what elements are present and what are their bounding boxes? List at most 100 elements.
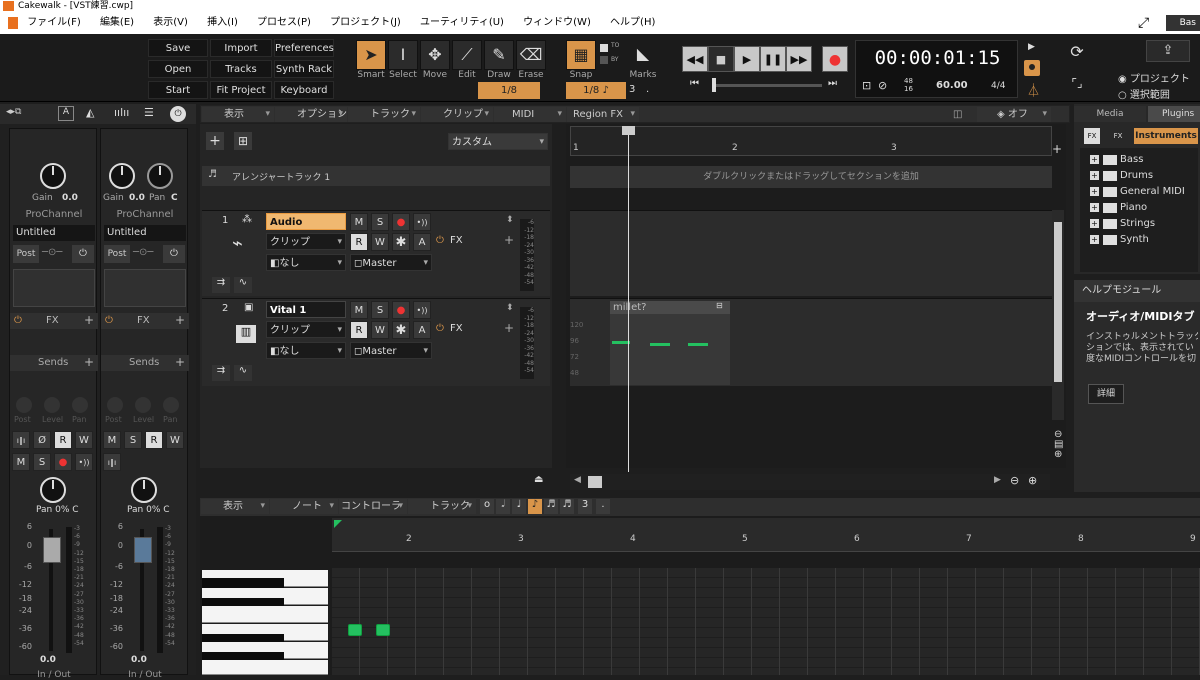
- read-automation-button[interactable]: R: [145, 431, 163, 449]
- edit-tool-button[interactable]: ⟋: [452, 40, 482, 70]
- clip-dropdown[interactable]: クリップ: [266, 321, 346, 339]
- snap-to-toggle[interactable]: [600, 44, 608, 52]
- now-slider-thumb[interactable]: [712, 78, 716, 92]
- now-time[interactable]: 00:00:01:15: [856, 47, 1019, 69]
- horizontal-scrollbar[interactable]: ◀ ▶ ⊖ ⊕: [570, 474, 1050, 490]
- piano-key-white[interactable]: [202, 606, 328, 623]
- send-level-knob[interactable]: [135, 397, 151, 413]
- arranger-track[interactable]: ♬ アレンジャートラック 1: [202, 166, 550, 186]
- fx-bin[interactable]: ⏻ FX +: [10, 313, 98, 329]
- start-screen-button[interactable]: Start Screen: [148, 81, 208, 114]
- send-pan-knob[interactable]: [72, 397, 88, 413]
- expand-icon[interactable]: +: [1090, 155, 1099, 164]
- menu-process[interactable]: プロセス(P): [257, 17, 311, 28]
- help-details-button[interactable]: 詳細: [1088, 384, 1124, 404]
- track-edit-filter-icon[interactable]: ⇉: [212, 365, 230, 381]
- write-automation-button[interactable]: W: [371, 233, 389, 251]
- freeze-button[interactable]: ✱: [392, 321, 410, 339]
- output-dropdown[interactable]: ◻Master: [350, 254, 432, 272]
- pr-track-menu[interactable]: トラック: [408, 499, 476, 514]
- read-automation-button[interactable]: R: [54, 431, 72, 449]
- add-folder-button[interactable]: ⊞: [234, 132, 252, 150]
- tracks-button[interactable]: Tracks: [210, 60, 272, 78]
- pan-knob-top[interactable]: [147, 163, 173, 189]
- snap-dot[interactable]: .: [646, 84, 649, 95]
- horizontal-scroll-thumb[interactable]: [588, 476, 602, 488]
- meter-value[interactable]: 4/4: [991, 81, 1005, 91]
- ruler-add-icon[interactable]: +: [1052, 142, 1062, 156]
- prochannel-preset[interactable]: Untitled: [13, 225, 95, 241]
- now-time-marker[interactable]: [622, 126, 635, 135]
- note-grid[interactable]: [332, 568, 1200, 675]
- audio-tab-icon[interactable]: A: [58, 106, 74, 121]
- sixteenth-note-icon[interactable]: ♬: [544, 499, 558, 514]
- fx-bin[interactable]: ⏻ FX +: [101, 313, 189, 329]
- volume-fader[interactable]: [134, 537, 152, 563]
- solo-button[interactable]: S: [371, 301, 389, 319]
- now-time-cursor[interactable]: [628, 132, 629, 472]
- gain-value[interactable]: 0.0: [62, 193, 78, 203]
- loop-icon[interactable]: ⟳: [1064, 42, 1090, 66]
- midi-note[interactable]: [348, 624, 362, 636]
- send-post-knob[interactable]: [107, 397, 123, 413]
- input-echo-button[interactable]: •)): [413, 301, 431, 319]
- quarter-note-icon[interactable]: ♩: [512, 499, 526, 514]
- eq-graph[interactable]: [104, 269, 186, 307]
- fx-power-icon[interactable]: ⏻: [14, 315, 22, 326]
- view-menu[interactable]: 表示: [202, 107, 274, 122]
- keyboard-button[interactable]: Keyboard: [274, 81, 334, 99]
- metronome-toggle[interactable]: [1024, 60, 1040, 76]
- draw-tool-button[interactable]: ✎: [484, 40, 514, 70]
- add-track-button[interactable]: +: [206, 132, 224, 150]
- preferences-button[interactable]: Preferences: [274, 39, 334, 57]
- fx-add-icon[interactable]: +: [504, 233, 514, 247]
- inspector-options-icon[interactable]: ◂▸⧉: [6, 107, 21, 117]
- save-button[interactable]: Save: [148, 39, 208, 57]
- timeline-ruler[interactable]: 1 2 3: [570, 126, 1052, 156]
- triplet-button[interactable]: 3: [578, 499, 592, 514]
- mute-button[interactable]: M: [350, 213, 368, 231]
- fx-power-icon[interactable]: ⏻: [105, 315, 113, 326]
- interleave-button[interactable]: Ø: [33, 431, 51, 449]
- pan-value[interactable]: Pan 0% C: [127, 505, 170, 515]
- sends-bin[interactable]: Sends +: [10, 355, 98, 371]
- snap-triplet[interactable]: 3: [629, 84, 635, 95]
- waveform-tab-icon[interactable]: ıılıı: [114, 106, 129, 119]
- dotted-button[interactable]: .: [596, 499, 610, 514]
- marks-button[interactable]: ◣: [628, 40, 658, 70]
- track-1[interactable]: 1 ⁂ Audio M S ● •)) ⬍ ⌁ クリップ R W ✱ A ⏻ F…: [202, 210, 550, 296]
- region-fx-menu[interactable]: Region FX: [567, 107, 639, 122]
- track-expand-icon[interactable]: ⬍: [506, 215, 514, 225]
- zoom-in-icon[interactable]: ⊕: [1054, 449, 1062, 460]
- archive-button[interactable]: A: [413, 321, 431, 339]
- automation-lane-icon[interactable]: ∿: [234, 277, 252, 293]
- scroll-right-icon[interactable]: ▶: [994, 475, 1001, 485]
- input-dropdown[interactable]: ◧なし: [266, 254, 346, 272]
- erase-tool-button[interactable]: ⌫: [516, 40, 546, 70]
- track-name[interactable]: Vital 1: [266, 301, 346, 318]
- loop-start-marker[interactable]: [334, 520, 342, 528]
- piano-roll-ruler[interactable]: 2 3 4 5 6 7 8 9: [332, 518, 1200, 552]
- fx-add-icon[interactable]: +: [504, 321, 514, 335]
- plugins-tab[interactable]: Plugins: [1148, 106, 1200, 122]
- fx-add-icon[interactable]: +: [84, 313, 94, 327]
- fx-power-icon[interactable]: ⏻: [436, 323, 444, 334]
- midi-note[interactable]: [376, 624, 390, 636]
- volume-value[interactable]: 0.0: [40, 655, 56, 665]
- volume-fader[interactable]: [43, 537, 61, 563]
- track-menu[interactable]: トラック: [348, 107, 420, 122]
- menu-utilities[interactable]: ユーティリティ(U): [420, 17, 504, 28]
- transport-expand-icon[interactable]: ▶: [1028, 42, 1035, 52]
- export-button[interactable]: ⇪: [1146, 40, 1190, 62]
- midi-note[interactable]: [650, 343, 670, 346]
- instruments-tab[interactable]: Instruments: [1134, 128, 1198, 144]
- post-button[interactable]: Post: [104, 245, 130, 263]
- expand-icon[interactable]: +: [1090, 219, 1099, 228]
- record-button[interactable]: ●: [822, 46, 848, 72]
- snap-value-dropdown[interactable]: 1/8 ♪: [566, 82, 626, 99]
- record-arm-button[interactable]: ●: [54, 453, 72, 471]
- gain-knob[interactable]: [40, 163, 66, 189]
- tempo-value[interactable]: 60.00: [936, 80, 968, 91]
- track-expand-icon[interactable]: ⬍: [506, 303, 514, 313]
- fit-project-button[interactable]: Fit Project: [210, 81, 272, 99]
